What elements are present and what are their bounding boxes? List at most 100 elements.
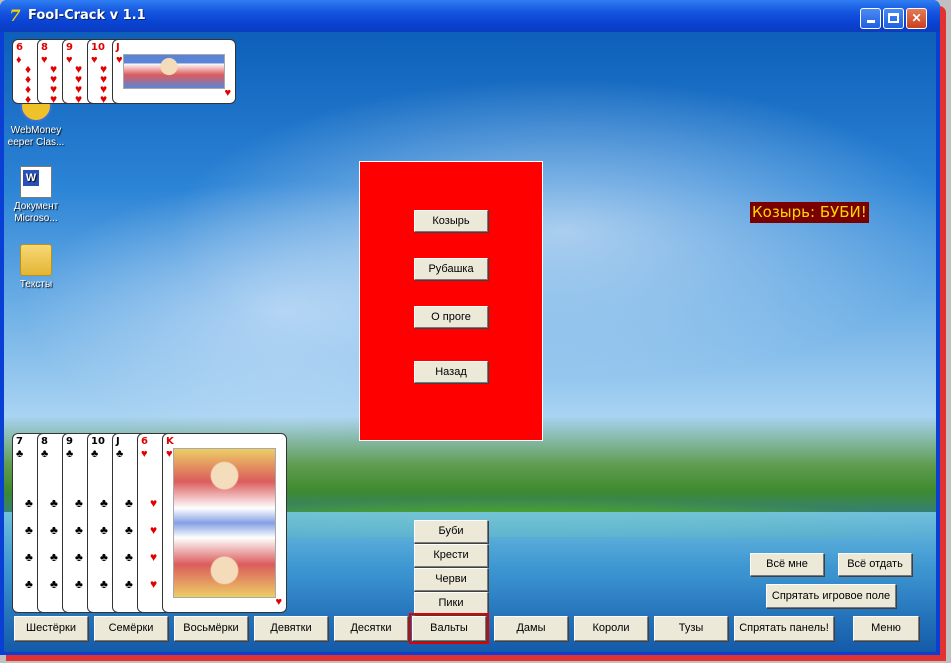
card-rank: 8	[41, 42, 48, 53]
minimize-icon	[866, 20, 875, 23]
card-suit-icon: ♥	[41, 54, 48, 66]
desktop-icon-folder[interactable]: Тексты	[4, 244, 68, 291]
card-rank: 9	[66, 42, 73, 53]
card-pip-icon: ♣	[75, 550, 83, 564]
card-rank: 6	[141, 436, 148, 447]
card-rank: 10	[91, 436, 105, 447]
card-suit-icon: ♥	[166, 448, 173, 460]
card-pip-icon: ♣	[25, 577, 33, 591]
card-suit-icon: ♥	[66, 54, 73, 66]
card-pip-icon: ♦	[25, 92, 32, 104]
card-suit-icon: ♥	[224, 87, 231, 99]
close-button[interactable]: ✕	[906, 8, 927, 29]
window-title: Fool-Crack v 1.1	[28, 8, 146, 23]
suit-button-diamonds[interactable]: Буби	[414, 520, 488, 543]
about-button[interactable]: О проге	[414, 306, 488, 328]
suit-button-spades[interactable]: Пики	[414, 592, 488, 615]
maximize-button[interactable]	[883, 8, 904, 29]
card-pip-icon: ♣	[50, 550, 58, 564]
card-rank: 8	[41, 436, 48, 447]
opponent-card[interactable]: J ♥ ♥	[112, 39, 236, 104]
card-suit-icon: ♥	[116, 54, 123, 66]
rank-button[interactable]: Семёрки	[94, 616, 168, 641]
card-pip-icon: ♣	[25, 550, 33, 564]
card-pip-icon: ♣	[100, 496, 108, 510]
rank-button[interactable]: Вальты	[409, 613, 489, 644]
card-rank: 7	[16, 436, 23, 447]
desktop-icon-label: eeper Clas...	[7, 137, 65, 148]
suit-button-clubs[interactable]: Крести	[414, 544, 488, 567]
card-back-button[interactable]: Рубашка	[414, 258, 488, 280]
card-rank: 6	[16, 42, 23, 53]
rank-button[interactable]: Шестёрки	[14, 616, 88, 641]
card-rank: K	[166, 436, 174, 447]
card-pip-icon: ♣	[125, 577, 133, 591]
rank-button[interactable]: Девятки	[254, 616, 328, 641]
card-pip-icon: ♣	[125, 550, 133, 564]
card-pip-icon: ♣	[100, 550, 108, 564]
card-pip-icon: ♥	[150, 496, 158, 510]
rank-button[interactable]: Восьмёрки	[174, 616, 248, 641]
card-pip-icon: ♣	[125, 496, 133, 510]
rank-button[interactable]: Десятки	[334, 616, 408, 641]
app-logo-icon: 7	[9, 6, 21, 25]
card-pip-icon: ♣	[75, 523, 83, 537]
rank-button[interactable]: Тузы	[654, 616, 728, 641]
card-pip-icon: ♣	[25, 496, 33, 510]
card-suit-icon: ♣	[41, 448, 49, 460]
card-rank: J	[116, 436, 120, 447]
card-suit-icon: ♥	[275, 596, 282, 608]
card-suit-icon: ♣	[116, 448, 124, 460]
card-pip-icon: ♣	[125, 523, 133, 537]
minimize-button[interactable]	[860, 8, 881, 29]
card-rank: 9	[66, 436, 73, 447]
king-portrait-icon	[173, 448, 276, 598]
take-all-button[interactable]: Всё мне	[750, 553, 824, 576]
card-pip-icon: ♣	[75, 496, 83, 510]
card-rank: J	[116, 42, 120, 53]
card-suit-icon: ♣	[66, 448, 74, 460]
close-icon: ✕	[911, 11, 922, 25]
card-pip-icon: ♥	[50, 92, 58, 104]
trump-button[interactable]: Козырь	[414, 210, 488, 232]
hide-panel-button[interactable]: Спрятать панель!	[734, 616, 834, 641]
desktop-icon-label: Документ	[13, 201, 59, 212]
card-suit-icon: ♦	[16, 54, 22, 66]
jack-portrait-icon	[123, 54, 225, 89]
card-pip-icon: ♥	[150, 577, 158, 591]
card-pip-icon: ♣	[25, 523, 33, 537]
card-pip-icon: ♣	[100, 523, 108, 537]
card-pip-icon: ♥	[75, 92, 83, 104]
maximize-icon	[888, 13, 899, 23]
card-suit-icon: ♥	[141, 448, 148, 460]
desktop-icon-document[interactable]: Документ Microso...	[4, 166, 68, 225]
player-card[interactable]: K ♥ ♥	[162, 433, 287, 613]
card-pip-icon: ♣	[100, 577, 108, 591]
card-pip-icon: ♣	[50, 577, 58, 591]
card-pip-icon: ♣	[50, 523, 58, 537]
card-rank: 10	[91, 42, 105, 53]
folder-icon	[20, 244, 52, 276]
hide-field-button[interactable]: Спрятать игровое поле	[766, 584, 896, 608]
word-doc-icon	[20, 166, 52, 198]
menu-button[interactable]: Меню	[853, 616, 919, 641]
desktop-icon-label: Тексты	[19, 279, 53, 290]
trump-suit-label: Козырь: БУБИ!	[750, 202, 869, 223]
card-pip-icon: ♥	[150, 523, 158, 537]
back-button[interactable]: Назад	[414, 361, 488, 383]
card-suit-icon: ♥	[91, 54, 98, 66]
rank-button[interactable]: Короли	[574, 616, 648, 641]
suit-button-hearts[interactable]: Черви	[414, 568, 488, 591]
app-window: 7 Fool-Crack v 1.1 ✕ WebMoney eeper Clas…	[0, 0, 940, 655]
card-suit-icon: ♣	[16, 448, 24, 460]
rank-button[interactable]: Дамы	[494, 616, 568, 641]
title-bar[interactable]: 7 Fool-Crack v 1.1 ✕	[0, 0, 940, 32]
desktop-icon-label: Microso...	[14, 213, 58, 224]
card-pip-icon: ♣	[50, 496, 58, 510]
game-field: WebMoney eeper Clas... Документ Microso.…	[4, 32, 936, 652]
card-pip-icon: ♥	[100, 92, 108, 104]
card-pip-icon: ♥	[150, 550, 158, 564]
card-suit-icon: ♣	[91, 448, 99, 460]
give-all-button[interactable]: Всё отдать	[838, 553, 912, 576]
card-pip-icon: ♣	[75, 577, 83, 591]
